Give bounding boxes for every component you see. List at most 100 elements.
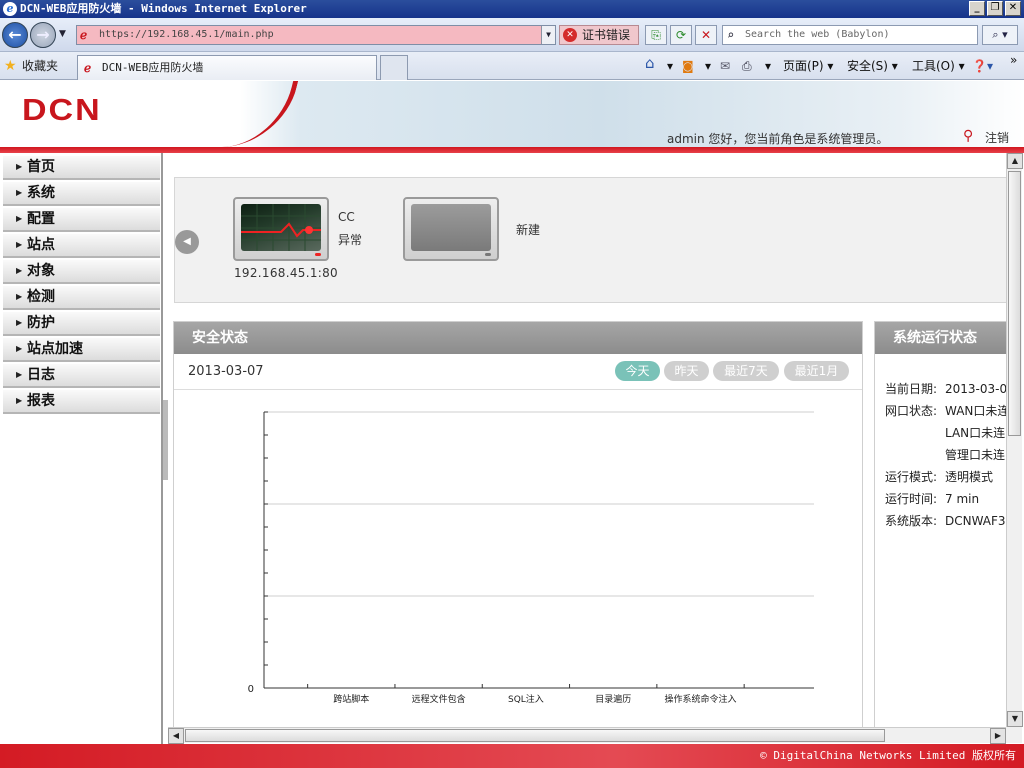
tools-menu-label: 工具(O) <box>912 59 955 73</box>
horizontal-scrollbar[interactable]: ◀ ▶ <box>168 727 1006 744</box>
forward-button[interactable]: → <box>30 22 56 48</box>
search-icon: ⌕ <box>727 28 735 42</box>
favorites-button[interactable]: ★ 收藏夹 <box>4 57 58 75</box>
scroll-left-icon[interactable]: ◀ <box>168 728 184 744</box>
footer: © DigitalChina Networks Limited 版权所有 <box>0 744 1024 768</box>
sidebar-item-acceleration[interactable]: ▶ 站点加速 <box>3 338 160 362</box>
close-window-button[interactable]: ✕ <box>1005 1 1021 16</box>
scroll-up-icon[interactable]: ▲ <box>1007 153 1023 169</box>
heartbeat-icon <box>241 204 321 251</box>
address-toolbar: ← → ▼ ℯ https://192.168.45.1/main.php ▼ … <box>0 18 1024 52</box>
home-dropdown-icon[interactable]: ▾ <box>667 58 673 74</box>
status-row: 运行模式: 透明模式 <box>885 468 993 485</box>
feeds-dropdown-icon[interactable]: ▾ <box>705 58 711 74</box>
caret-right-icon: ▶ <box>16 344 23 353</box>
attack-chart: 0 跨站脚本 远程文件包含 SQL注入 目录遍历 操作系统命令注入 <box>248 411 814 705</box>
status-value: 透明模式 <box>945 470 994 484</box>
x-tick-label: 操作系统命令注入 <box>665 693 737 705</box>
minimize-button[interactable]: _ <box>969 1 985 16</box>
sidebar-item-objects[interactable]: ▶ 对象 <box>3 260 160 284</box>
scroll-right-icon[interactable]: ▶ <box>990 728 1006 744</box>
search-placeholder: Search the web (Babylon) <box>745 29 890 40</box>
cert-error-button[interactable]: ✕ 证书错误 <box>559 25 639 45</box>
x-tick-label: SQL注入 <box>508 693 544 705</box>
tab-title: DCN-WEB应用防火墙 <box>102 61 204 74</box>
status-value: WAN口未连 <box>945 404 1006 418</box>
filter-yesterday-button[interactable]: 昨天 <box>664 361 709 381</box>
url-field[interactable]: ℯ https://192.168.45.1/main.php ▼ <box>76 25 556 45</box>
site-name: CC <box>338 210 355 224</box>
caret-right-icon: ▶ <box>16 292 23 301</box>
help-icon[interactable]: ❓▾ <box>972 58 993 74</box>
filter-today-button[interactable]: 今天 <box>615 361 660 381</box>
home-icon[interactable]: ⌂ <box>645 55 655 71</box>
tab-page-icon: ℯ <box>84 61 92 75</box>
scroll-down-icon[interactable]: ▼ <box>1007 711 1023 727</box>
page-menu-label: 页面(P) <box>783 59 824 73</box>
logout-link[interactable]: ⚲ 注销 <box>963 128 1009 146</box>
cert-error-label: 证书错误 <box>582 28 631 42</box>
y-tick-label: 0 <box>248 684 254 695</box>
scroll-thumb[interactable] <box>1008 171 1021 436</box>
sidebar-item-label: 检测 <box>27 289 55 305</box>
status-value: 7 min <box>945 492 980 506</box>
site-monitor-cc[interactable] <box>233 197 329 261</box>
sidebar-item-home[interactable]: ▶ 首页 <box>3 156 160 180</box>
status-key: 当前日期: <box>885 382 938 396</box>
page-menu[interactable]: 页面(P) ▾ <box>783 58 833 74</box>
print-icon[interactable]: ⎙ <box>742 58 752 74</box>
safety-menu[interactable]: 安全(S) ▾ <box>847 58 898 74</box>
feeds-icon[interactable]: ◙ <box>682 58 694 74</box>
status-key: 运行模式: <box>885 470 938 484</box>
print-dropdown-icon[interactable]: ▾ <box>765 58 771 74</box>
vertical-scrollbar[interactable]: ▲ ▼ <box>1006 153 1023 727</box>
mail-icon[interactable]: ✉ <box>720 58 730 74</box>
refresh-button[interactable]: ⟳ <box>670 25 692 45</box>
welcome-text: admin 您好，您当前角色是系统管理员。 <box>667 132 889 146</box>
stop-button[interactable]: ✕ <box>695 25 717 45</box>
window-title: DCN-WEB应用防火墙 - Windows Internet Explorer <box>20 2 307 15</box>
search-field[interactable]: ⌕ Search the web (Babylon) <box>722 25 978 45</box>
search-go-button[interactable]: ⌕ ▾ <box>982 25 1018 45</box>
title-bar: e DCN-WEB应用防火墙 - Windows Internet Explor… <box>0 0 1024 18</box>
caret-right-icon: ▶ <box>16 370 23 379</box>
compat-view-button[interactable]: ⎘ <box>645 25 667 45</box>
x-tick-label: 目录遍历 <box>595 693 631 705</box>
date-filter-bar: 2013-03-07 今天 昨天 最近7天 最近1月 <box>174 354 862 390</box>
status-led <box>315 253 321 256</box>
browser-tab[interactable]: ℯ DCN-WEB应用防火墙 <box>77 55 377 80</box>
caret-right-icon: ▶ <box>16 318 23 327</box>
more-commands-icon[interactable]: » <box>1010 52 1017 68</box>
window-controls: _ ❐ ✕ <box>969 1 1021 16</box>
browser-window: e DCN-WEB应用防火墙 - Windows Internet Explor… <box>0 0 1024 768</box>
sidebar-item-system[interactable]: ▶ 系统 <box>3 182 160 206</box>
sidebar-item-logs[interactable]: ▶ 日志 <box>3 364 160 388</box>
url-dropdown-icon[interactable]: ▼ <box>541 26 555 44</box>
sidebar-item-label: 站点 <box>27 237 55 253</box>
filter-7days-button[interactable]: 最近7天 <box>713 361 779 381</box>
scroll-corner <box>1006 727 1022 743</box>
tools-menu[interactable]: 工具(O) ▾ <box>912 58 965 74</box>
sidebar-item-reports[interactable]: ▶ 报表 <box>3 390 160 414</box>
status-row: 当前日期: 2013-03-0 <box>885 380 1006 397</box>
sidebar-item-config[interactable]: ▶ 配置 <box>3 208 160 232</box>
sidebar-item-protection[interactable]: ▶ 防护 <box>3 312 160 336</box>
sidebar-item-detection[interactable]: ▶ 检测 <box>3 286 160 310</box>
sidebar-item-sites[interactable]: ▶ 站点 <box>3 234 160 258</box>
filter-1month-button[interactable]: 最近1月 <box>784 361 849 381</box>
scroll-thumb[interactable] <box>185 729 885 742</box>
status-row: 运行时间: 7 min <box>885 490 979 507</box>
system-status-panel: 系统运行状态 当前日期: 2013-03-0 网口状态: WAN口未连 LAN口未连… <box>874 321 1006 727</box>
recent-pages-dropdown[interactable]: ▼ <box>59 29 66 39</box>
maximize-button[interactable]: ❐ <box>987 1 1003 16</box>
carousel-prev-button[interactable]: ◀ <box>175 230 199 254</box>
sidebar-item-label: 对象 <box>27 263 55 279</box>
new-tab-button[interactable] <box>380 55 408 80</box>
site-monitor-new[interactable] <box>403 197 499 261</box>
site-status: 异常 <box>338 233 363 247</box>
back-button[interactable]: ← <box>2 22 28 48</box>
status-led <box>485 253 491 256</box>
site-name: 新建 <box>516 223 541 237</box>
sidebar-item-label: 防护 <box>27 315 55 331</box>
sidebar-item-label: 站点加速 <box>27 341 83 357</box>
